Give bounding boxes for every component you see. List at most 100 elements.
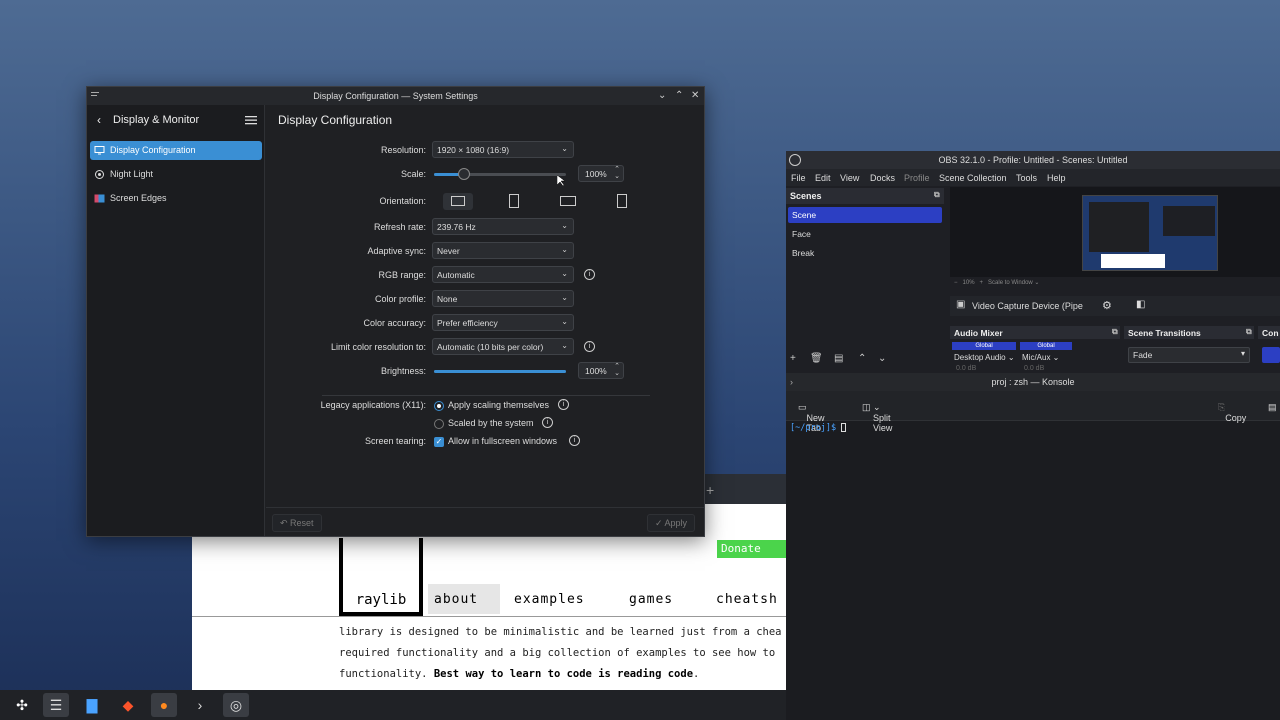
obs-preview[interactable]: − 10% + Scale to Window ⌄ — [950, 187, 1280, 286]
menu-view[interactable]: View — [840, 173, 859, 183]
sidebar-item-screen-edges[interactable]: Screen Edges — [90, 189, 262, 208]
donate-button[interactable]: Donate — [717, 540, 788, 558]
undock-icon[interactable]: ⧉ — [1112, 327, 1118, 337]
source-filters-icon[interactable]: ◧ — [1136, 299, 1145, 310]
nav-examples[interactable]: examples — [514, 584, 585, 614]
dropdown-arrow-icon: ▾ — [1240, 349, 1245, 358]
orientation-portrait-left-button[interactable] — [499, 193, 529, 210]
info-icon[interactable]: i — [569, 435, 580, 446]
start-streaming-button[interactable] — [1262, 347, 1280, 363]
new-tab-button[interactable]: ▭ New Tab — [798, 402, 825, 433]
orientation-landscape-button[interactable] — [443, 193, 473, 210]
app-launcher-icon[interactable]: ✣ — [9, 693, 35, 717]
color-profile-label: Color profile: — [374, 294, 426, 304]
new-tab-plus-icon[interactable]: + — [706, 482, 714, 498]
obs-titlebar[interactable]: OBS 32.1.0 - Profile: Untitled - Scenes:… — [786, 151, 1280, 169]
source-name[interactable]: Video Capture Device (Pipe — [972, 301, 1083, 311]
undock-icon[interactable]: ⧉ — [934, 190, 940, 200]
info-icon[interactable]: i — [584, 269, 595, 280]
nav-games[interactable]: games — [629, 584, 673, 614]
brave-browser-icon[interactable]: ◆ — [115, 693, 141, 717]
undock-icon[interactable]: ⧉ — [1246, 327, 1252, 337]
limit-color-select[interactable]: Automatic (10 bits per color) ⌄ — [432, 338, 574, 355]
hamburger-menu-icon[interactable] — [245, 115, 257, 125]
copy-button[interactable]: ⎘ Copy — [1218, 402, 1246, 423]
spin-arrows-icon[interactable]: ⌃ ⌄ — [614, 166, 620, 180]
chevron-down-icon: ⌄ — [561, 269, 568, 278]
sidebar-title: Display & Monitor — [113, 114, 200, 126]
konsole-titlebar[interactable]: › proj : zsh — Konsole — [786, 373, 1280, 391]
apply-scaling-label[interactable]: Apply scaling themselves — [448, 400, 549, 410]
resolution-select[interactable]: 1920 × 1080 (16:9) ⌄ — [432, 141, 574, 158]
scale-spinbox[interactable]: 100% ⌃ ⌄ — [578, 165, 624, 182]
adaptive-sync-select[interactable]: Never ⌄ — [432, 242, 574, 259]
system-settings-task-icon[interactable]: ☰ — [43, 693, 69, 717]
scene-item[interactable]: Face — [788, 226, 942, 242]
para-bold: Best way to learn to code is reading cod… — [433, 668, 694, 680]
add-scene-icon[interactable]: + — [790, 353, 796, 364]
nav-cheatsheet[interactable]: cheatsh — [716, 584, 778, 614]
scale-slider[interactable] — [434, 173, 566, 176]
mic-aux-text: Mic/Aux — [1022, 353, 1051, 362]
menu-edit[interactable]: Edit — [815, 173, 831, 183]
source-settings-gear-icon[interactable]: ⚙ — [1102, 299, 1112, 312]
menu-file[interactable]: File — [791, 173, 806, 183]
maximize-icon[interactable]: ⌃ — [675, 87, 683, 105]
brightness-slider[interactable] — [434, 370, 566, 373]
info-icon[interactable]: i — [584, 341, 595, 352]
refresh-rate-select[interactable]: 239.76 Hz ⌄ — [432, 218, 574, 235]
menu-tools[interactable]: Tools — [1016, 173, 1037, 183]
raylib-logo[interactable]: raylib — [339, 538, 423, 616]
minimize-icon[interactable]: ⌄ — [658, 87, 666, 105]
scaled-by-system-label[interactable]: Scaled by the system — [448, 418, 534, 428]
scene-filter-icon[interactable]: ▤ — [834, 353, 843, 364]
spin-arrows-icon[interactable]: ⌃ ⌄ — [614, 363, 620, 377]
back-arrow-icon[interactable]: ‹ — [97, 113, 101, 127]
chevron-down-icon: ⌄ — [561, 221, 568, 230]
split-view-button[interactable]: ◫ Split View ⌄ — [862, 402, 892, 433]
scale-slider-handle[interactable] — [458, 168, 470, 180]
remove-scene-icon[interactable]: 🗑 — [810, 353, 823, 364]
info-icon[interactable]: i — [558, 399, 569, 410]
orientation-portrait-right-button[interactable] — [608, 193, 638, 210]
move-down-icon[interactable]: ⌄ — [878, 353, 886, 364]
shell-prompt[interactable]: [~/proj]$ — [790, 423, 847, 433]
scale-to-window-label[interactable]: Scale to Window — [988, 280, 1033, 286]
intro-paragraph: library is designed to be minimalistic a… — [339, 622, 788, 685]
rgb-range-select[interactable]: Automatic ⌄ — [432, 266, 574, 283]
sidebar-item-night-light[interactable]: Night Light — [90, 165, 262, 184]
color-accuracy-select[interactable]: Prefer efficiency ⌄ — [432, 314, 574, 331]
firefox-icon[interactable]: ● — [151, 693, 177, 717]
info-icon[interactable]: i — [542, 417, 553, 428]
preview-browser-window — [1101, 254, 1165, 268]
konsole-task-icon[interactable]: › — [187, 693, 213, 717]
menu-help[interactable]: Help — [1047, 173, 1066, 183]
nav-about[interactable]: about — [428, 584, 500, 614]
menu-docks[interactable]: Docks — [870, 173, 895, 183]
sidebar-item-display-configuration[interactable]: Display Configuration — [90, 141, 262, 160]
scene-item[interactable]: Break — [788, 245, 942, 261]
allow-tearing-label[interactable]: Allow in fullscreen windows — [448, 436, 557, 446]
app-menu-icon[interactable] — [90, 90, 100, 100]
color-profile-select[interactable]: None ⌄ — [432, 290, 574, 307]
transition-select[interactable]: Fade ▾ — [1128, 347, 1250, 363]
mic-aux-label[interactable]: Mic/Aux ⌄ — [1022, 353, 1059, 362]
paste-icon[interactable]: ▤ — [1268, 402, 1277, 413]
brightness-spinbox[interactable]: 100% ⌃ ⌄ — [578, 362, 624, 379]
scaled-by-system-radio[interactable] — [434, 419, 444, 429]
scene-item[interactable]: Scene — [788, 207, 942, 223]
menu-profile[interactable]: Profile — [904, 173, 930, 183]
settings-titlebar[interactable]: Display Configuration — System Settings … — [87, 87, 704, 105]
preview-obs-window — [1163, 206, 1215, 236]
apply-button[interactable]: ✓ Apply — [647, 514, 696, 532]
menu-scene-collection[interactable]: Scene Collection — [939, 173, 1007, 183]
reset-button[interactable]: ↶ Reset — [272, 514, 322, 532]
orientation-flipped-button[interactable] — [553, 193, 583, 210]
move-up-icon[interactable]: ⌃ — [858, 353, 866, 364]
file-manager-icon[interactable]: ▇ — [79, 693, 105, 717]
obs-task-icon[interactable]: ◎ — [223, 693, 249, 717]
allow-tearing-checkbox[interactable]: ✓ — [434, 437, 444, 447]
apply-scaling-radio[interactable] — [434, 401, 444, 411]
desktop-audio-label[interactable]: Desktop Audio ⌄ — [954, 353, 1015, 362]
close-icon[interactable]: ✕ — [691, 87, 699, 105]
